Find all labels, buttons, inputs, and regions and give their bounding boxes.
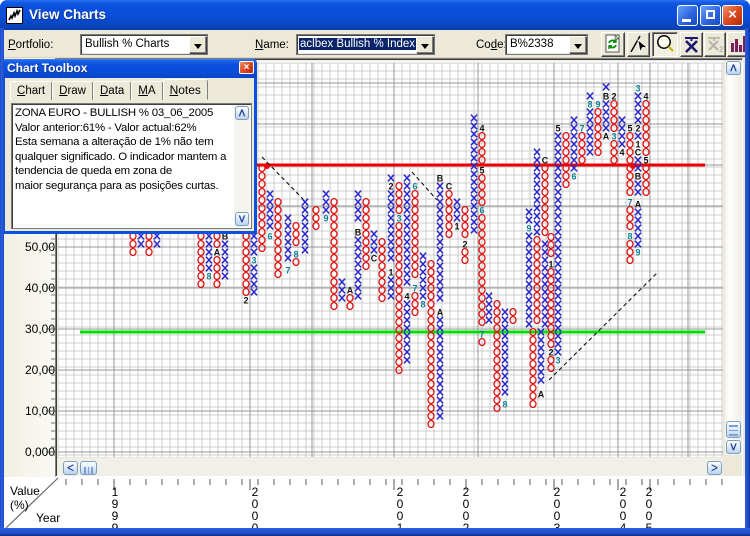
svg-text:B: B [437,173,444,183]
svg-text:1: 1 [388,267,393,277]
svg-text:5: 5 [555,123,560,133]
svg-text:9: 9 [323,213,328,223]
svg-text:4: 4 [404,291,409,301]
svg-text:2: 2 [635,123,640,133]
svg-text:9: 9 [635,247,640,257]
svg-text:3: 3 [251,255,256,265]
svg-text:6: 6 [571,171,576,181]
svg-text:3: 3 [635,83,640,93]
svg-text:B: B [603,91,610,101]
svg-text:B: B [635,171,642,181]
svg-text:6: 6 [267,231,272,241]
svg-text:9: 9 [526,223,531,233]
svg-text:8: 8 [587,99,592,109]
svg-text:A: A [635,199,642,209]
svg-text:2: 2 [243,295,248,305]
svg-text:8: 8 [502,399,507,409]
svg-text:C: C [635,147,642,157]
svg-text:1: 1 [454,221,459,231]
svg-text:4: 4 [619,147,624,157]
svg-text:2: 2 [388,181,393,191]
svg-text:A: A [437,307,444,317]
svg-text:3: 3 [555,355,560,365]
svg-text:C: C [371,253,378,263]
svg-text:B: B [355,227,362,237]
svg-text:A: A [538,389,545,399]
svg-text:2: 2 [719,45,724,54]
svg-text:7: 7 [285,265,290,275]
svg-text:8: 8 [420,299,425,309]
svg-text:8: 8 [206,271,211,281]
svg-text:A: A [603,131,610,141]
